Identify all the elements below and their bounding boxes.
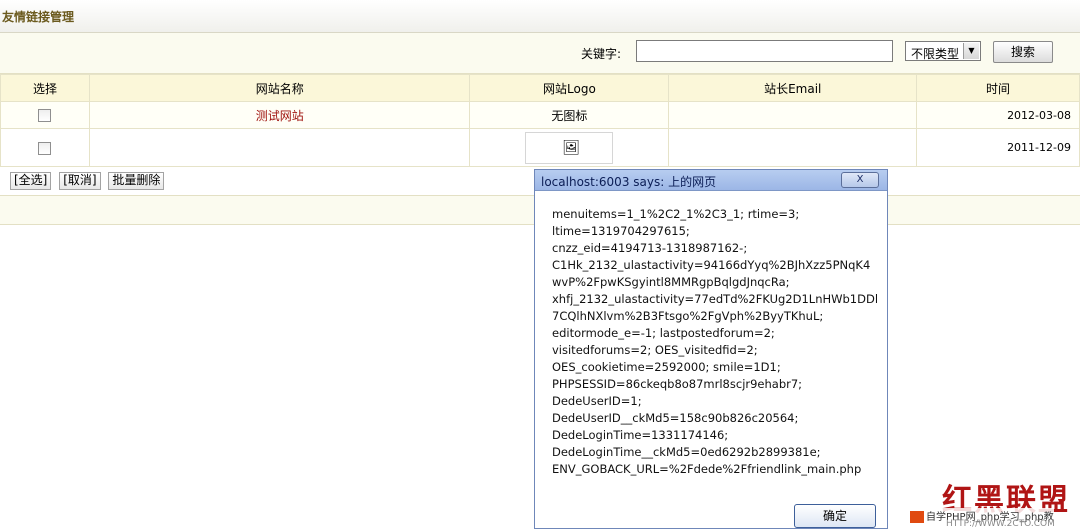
message-line: DedeUserID=1; [552,394,642,408]
friendlink-table: 选择 网站名称 网站Logo 站长Email 时间 测试网站 无图标 2012-… [0,74,1080,167]
broken-image-icon: 🖼 [562,139,581,156]
email-cell [668,128,918,167]
table-row: 🖼 2011-12-09 [0,128,1080,167]
select-all-button[interactable]: [全选] [10,172,52,190]
header-select: 选择 [0,74,90,102]
type-select[interactable]: 不限类型 ▼ [905,41,981,61]
site-logo-cell: 无图标 [469,101,670,129]
ok-button[interactable]: 确定 [794,504,876,528]
message-line: DedeLoginTime=1331174146; [552,428,729,442]
alert-dialog: localhost:6003 says: 上的网页 X menuitems=1_… [534,169,888,529]
chevron-down-icon[interactable]: ▼ [963,43,979,59]
cancel-button[interactable]: [取消] [59,172,101,190]
close-button[interactable]: X [841,172,879,188]
time-cell: 2012-03-08 [916,101,1080,129]
watermark-url: HTTP://WWW.2CTO.COM [946,519,1055,529]
message-line: editormode_e=-1; lastpostedforum=2; [552,326,775,340]
row-select-cell [0,101,90,129]
message-line: DedeLoginTime__ckMd5=0ed6292b2899381e; [552,445,821,459]
site-logo-cell: 🖼 [469,128,670,167]
time-cell: 2011-12-09 [916,128,1080,167]
message-line: PHPSESSID=86ckeqb8o87mrl8scjr9ehabr7; [552,377,803,391]
php-icon [910,511,924,523]
message-line: C1Hk_2132_ulastactivity=94166dYyq%2BJhXz… [552,258,871,272]
message-line: ltime=1319704297615; [552,224,690,238]
table-row: 测试网站 无图标 2012-03-08 [0,101,1080,129]
page-title: 友情链接管理 [2,10,75,24]
message-line: OES_cookietime=2592000; smile=1D1; [552,360,781,374]
site-name-cell: 测试网站 [88,101,471,129]
message-line: DedeUserID__ckMd5=158c90b826c20564; [552,411,799,425]
keyword-label: 关键字: [581,47,622,61]
message-line: ENV_GOBACK_URL=%2Fdede%2Ffriendlink_main… [552,462,862,476]
row-checkbox[interactable] [38,141,52,155]
search-bar: 关键字: 不限类型 ▼ 搜索 [0,33,1080,74]
keyword-input[interactable] [636,40,893,62]
message-line: menuitems=1_1%2C2_1%2C3_1; rtime=3; [552,207,800,221]
message-line: cnzz_eid=4194713-1318987162-; [552,241,748,255]
header-site-name: 网站名称 [88,74,471,102]
message-line: visitedforums=2; OES_visitedfid=2; [552,343,758,357]
site-name-link[interactable]: 测试网站 [256,109,304,123]
table-header-row: 选择 网站名称 网站Logo 站长Email 时间 [0,74,1080,102]
header-site-logo: 网站Logo [469,74,670,102]
site-logo-image: 🖼 [525,131,614,164]
batch-delete-button[interactable]: 批量删除 [108,172,165,190]
message-line: wvP%2FpwKSgyintl8MMRgpBqlgdJnqcRa; [552,275,790,289]
title-bar: 友情链接管理 [0,0,1080,33]
dialog-title: localhost:6003 says: 上的网页 [541,175,717,189]
type-select-value: 不限类型 [911,47,960,61]
email-cell [668,101,918,129]
search-button[interactable]: 搜索 [993,41,1053,63]
message-line: xhfj_2132_ulastactivity=77edTd%2FKUg2D1L… [552,292,879,306]
message-line: 7CQlhNXlvm%2B3Ftsgo%2FgVph%2ByyTKhuL; [552,309,824,323]
site-name-cell [88,128,471,167]
row-checkbox[interactable] [38,109,52,122]
row-select-cell [0,128,90,167]
dialog-message: menuitems=1_1%2C2_1%2C3_1; rtime=3; ltime… [552,206,879,478]
header-email: 站长Email [668,74,918,102]
header-time: 时间 [916,74,1080,102]
close-icon: X [856,174,864,185]
action-buttons: [全选] [取消] 批量删除 [10,172,168,190]
dialog-caption: localhost:6003 says: 上的网页 X [535,170,887,191]
